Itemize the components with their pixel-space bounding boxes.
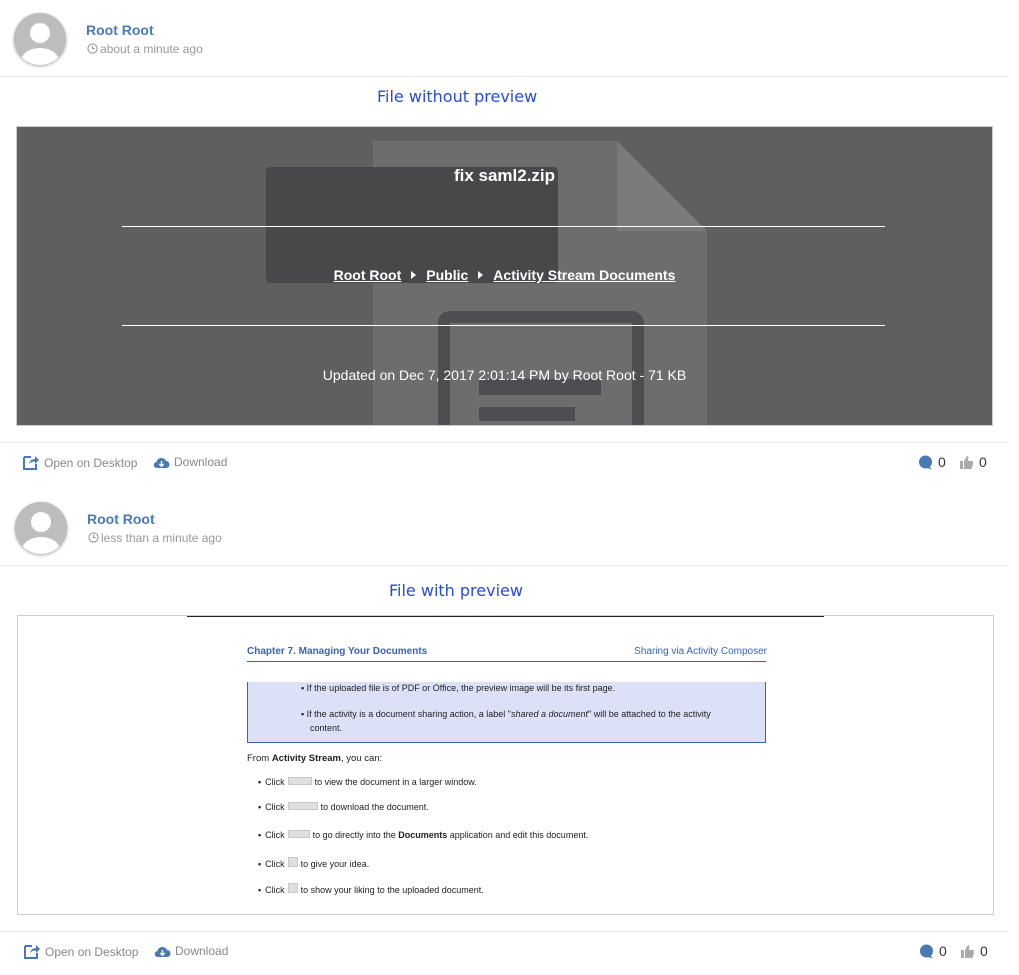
doc-bullet: • Click to give your idea. [258,857,370,869]
open-on-desktop-button[interactable]: Open on Desktop [24,944,138,959]
like-icon [287,883,298,893]
thumbs-up-icon [961,945,975,958]
post-actions-bar: Open on Desktop Download 0 0 [0,442,1008,483]
open-on-desktop-label: Open on Desktop [44,456,138,470]
doc-note-2-text: If the activity is a document sharing ac… [306,709,511,719]
doc-section-title: Sharing via Activity Composer [634,646,767,657]
download-label: Download [175,944,229,958]
doc-click: Click [265,830,285,840]
breadcrumb: Root Root Public Activity Stream Documents [17,267,992,283]
doc-click: Click [265,777,285,787]
post-time: less than a minute ago [88,531,222,545]
doc-bullet: • Click to view the document in a larger w… [258,777,477,787]
document-preview[interactable]: Chapter 7. Managing Your Documents Shari… [17,615,994,915]
divider [122,226,885,227]
comment-bubble-icon [919,455,932,470]
download-button[interactable]: Download [154,944,228,958]
post-time-text: less than a minute ago [101,531,222,545]
doc-click: Click [265,885,285,895]
post-actions-bar: Open on Desktop Download 0 0 [0,931,1008,975]
doc-note-2: • If the activity is a document sharing … [301,709,711,719]
file-name[interactable]: fix saml2.zip [17,166,992,186]
file-preview-placeholder[interactable]: fix saml2.zip Root Root Public Activity St… [16,126,993,426]
doc-bullet-text: to give your idea. [300,859,370,869]
download-button[interactable]: Download [153,455,227,469]
doc-from-c: , you can: [340,753,383,764]
like-count: 0 [980,943,988,959]
doc-click: Click [265,802,285,812]
post-header: Root Root less than a minute ago [0,489,1008,566]
user-silhouette-icon [15,502,67,554]
cloud-download-icon [154,946,171,958]
edit-icon [287,830,310,838]
doc-note-box: • If the uploaded file is of PDF or Offi… [247,682,766,743]
file-updated-info: Updated on Dec 7, 2017 2:01:14 PM by Roo… [322,367,687,383]
cloud-download-icon [153,457,170,469]
doc-bullet: • Click to download the document. [258,802,429,812]
doc-from-a: From [247,753,272,764]
clock-icon [88,532,99,543]
post-caption: File with preview [389,581,523,600]
open-desktop-icon [23,456,39,470]
divider [187,616,824,617]
doc-click: Click [265,859,285,869]
download-label: Download [174,455,228,469]
doc-note-2-emphasis: shared a document [510,709,589,719]
breadcrumb-folder[interactable]: Public [426,267,468,283]
open-desktop-icon [24,945,40,959]
open-on-desktop-label: Open on Desktop [45,945,139,959]
author-name[interactable]: Root Root [86,22,154,38]
doc-bullet: • Click to go directly into the Documents … [258,830,589,840]
avatar[interactable] [15,502,67,554]
comment-counter[interactable]: 0 [918,454,946,470]
user-silhouette-icon [14,13,66,65]
like-counter[interactable]: 0 [959,454,987,470]
avatar[interactable] [14,13,66,65]
doc-bullet-bold: Documents [398,830,448,840]
clock-icon [87,43,98,54]
divider [247,661,766,662]
doc-bullet-text: to view the document in a larger window. [314,777,477,787]
like-counter[interactable]: 0 [960,943,988,959]
post-time: about a minute ago [87,42,203,56]
comment-bubble-icon [920,944,933,959]
breadcrumb-owner[interactable]: Root Root [334,267,402,283]
comment-count: 0 [939,943,947,959]
like-count: 0 [979,454,987,470]
preview-icon [287,777,312,785]
comment-count: 0 [938,454,946,470]
doc-from-b: Activity Stream [271,753,341,764]
divider [122,325,885,326]
doc-chapter-title: Chapter 7. Managing Your Documents [247,646,428,657]
doc-note-1: • If the uploaded file is of PDF or Offi… [301,683,616,693]
doc-bullet: • Click to show your liking to the uploade… [258,883,484,895]
comment-icon [287,857,298,867]
post-time-text: about a minute ago [100,42,203,56]
author-name[interactable]: Root Root [87,511,155,527]
doc-note-2-text-b: " will be attached to the activity [588,709,711,719]
post-header: Root Root about a minute ago [0,0,1008,77]
doc-bullet-text: to download the document. [320,802,429,812]
doc-bullet-text: to show your liking to the uploaded docu… [300,885,484,895]
caret-right-icon [411,271,417,279]
caret-right-icon [478,271,484,279]
doc-note-1-text: If the uploaded file is of PDF or Office… [306,683,616,693]
doc-bullet-text: to go directly into the [312,830,399,840]
open-on-desktop-button[interactable]: Open on Desktop [23,455,137,470]
doc-paragraph: From Activity Stream, you can: [247,753,382,764]
download-icon [287,802,318,810]
doc-bullet-text-b: application and edit this document. [447,830,589,840]
breadcrumb-subfolder[interactable]: Activity Stream Documents [493,267,675,283]
thumbs-up-icon [960,456,974,469]
comment-counter[interactable]: 0 [919,943,947,959]
post-caption: File without preview [377,87,538,106]
doc-note-2-cont: content. [310,723,343,733]
